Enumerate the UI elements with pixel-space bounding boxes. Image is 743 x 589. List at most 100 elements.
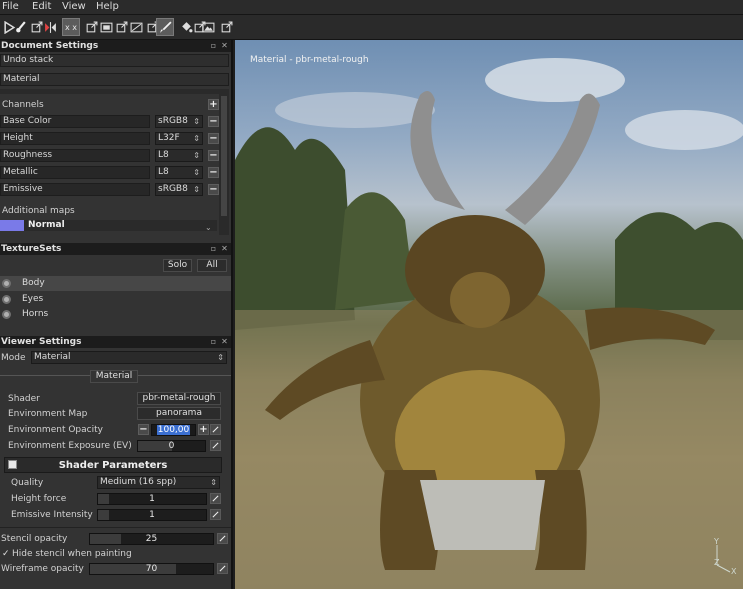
wireframe-opacity-value: 70 [145,564,158,574]
all-button[interactable]: All [197,259,227,272]
remove-channel-button[interactable]: − [208,133,219,144]
mode-select[interactable]: Material ⇕ [31,351,227,364]
edit-icon[interactable] [210,509,221,520]
wireframe-opacity-label: Wireframe opacity [1,564,84,574]
popout-icon[interactable] [217,18,235,36]
image-icon[interactable] [199,18,217,36]
stencil-opacity-value: 25 [145,534,158,544]
increment-button[interactable]: + [198,424,209,435]
env-map-button[interactable]: panorama [137,407,221,420]
shader-parameters-section[interactable]: Shader Parameters [4,457,222,473]
divider [0,527,231,528]
viewport-title: Material - pbr-metal-rough [250,55,369,65]
textureset-item[interactable]: Horns [0,307,231,322]
slider-fill [90,534,121,544]
undock-icon[interactable]: ▫ [209,337,218,347]
edit-icon[interactable] [210,424,221,435]
normal-map-swatch [0,220,24,231]
channel-format-value: L8 [158,150,169,160]
edit-icon[interactable] [217,563,228,574]
visibility-radio[interactable] [2,279,11,288]
channel-format-select[interactable]: L8 ⇕ [155,166,203,179]
edit-icon[interactable] [210,440,221,451]
edit-icon[interactable] [210,493,221,504]
emissive-intensity-value: 1 [149,510,155,520]
menu-help[interactable]: Help [96,1,119,12]
menu-bar: File Edit View Help [0,0,743,15]
scrollbar-thumb[interactable] [221,96,227,216]
menu-edit[interactable]: Edit [32,1,51,12]
symmetry-icon[interactable] [41,18,59,36]
projection-icon[interactable] [156,18,174,36]
updown-icon: ⇕ [193,134,200,143]
slider-fill [98,510,109,520]
splitter[interactable] [0,89,229,94]
textureset-item[interactable]: Body [0,276,231,291]
updown-icon: ⇕ [193,168,200,177]
mode-label: Mode [1,353,26,363]
material-button[interactable]: Material [0,73,229,86]
chevron-down-icon[interactable]: ⌄ [205,223,212,232]
quality-select[interactable]: Medium (16 spp) ⇕ [97,476,220,489]
env-exposure-slider[interactable]: 0 [137,440,206,452]
close-icon[interactable]: ✕ [220,337,229,347]
textureset-label: Horns [22,309,49,319]
shader-button[interactable]: pbr-metal-rough [137,392,221,405]
channel-format-value: L32F [158,133,180,143]
textureset-item[interactable]: Eyes [0,292,231,307]
channel-format-select[interactable]: L8 ⇕ [155,149,203,162]
remove-channel-button[interactable]: − [208,167,219,178]
quality-label: Quality [11,478,44,488]
env-exposure-label: Environment Exposure (EV) [8,441,132,451]
updown-icon: ⇕ [210,478,217,487]
xx-icon[interactable]: x x [62,18,80,36]
remove-channel-button[interactable]: − [208,116,219,127]
height-force-label: Height force [11,494,67,504]
decrement-button[interactable]: − [138,424,149,435]
stencil-opacity-slider[interactable]: 25 [89,533,214,545]
visibility-radio[interactable] [2,295,11,304]
scrollbar-track[interactable] [219,92,229,235]
document-settings-title: Document Settings [1,41,99,51]
shader-label: Shader [8,394,40,404]
env-opacity-value: 100,00 [156,425,191,435]
undo-stack-button[interactable]: Undo stack [0,54,229,67]
channel-format-select[interactable]: sRGB8 ⇕ [155,115,203,128]
channel-format-select[interactable]: L32F ⇕ [155,132,203,145]
normal-map-row[interactable]: Normal [24,220,217,231]
hide-stencil-checkbox[interactable]: ✓ [2,549,10,559]
env-opacity-field[interactable]: 100,00 [151,424,196,436]
checkmark-icon: ✓ [2,549,10,559]
undock-icon[interactable]: ▫ [209,244,218,254]
wireframe-opacity-slider[interactable]: 70 [89,563,214,575]
stencil-opacity-label: Stencil opacity [1,534,68,544]
emissive-intensity-slider[interactable]: 1 [97,509,207,521]
textureset-label: Body [22,278,45,288]
add-channel-button[interactable]: + [208,99,219,110]
edit-icon[interactable] [217,533,228,544]
close-icon[interactable]: ✕ [220,244,229,254]
remove-channel-button[interactable]: − [208,150,219,161]
additional-maps-label: Additional maps [2,206,75,216]
menu-view[interactable]: View [62,1,86,12]
undock-icon[interactable]: ▫ [209,41,218,51]
material-tab[interactable]: Material [90,370,138,383]
channels-label: Channels [2,100,44,110]
3d-viewport[interactable]: Material - pbr-metal-rough Y Z X [235,40,743,589]
viewer-settings-header: Viewer Settings ▫ ✕ [0,336,231,348]
channel-name: Emissive [0,183,150,196]
menu-file[interactable]: File [2,1,19,12]
visibility-radio[interactable] [2,310,11,319]
document-settings-header: Document Settings ▫ ✕ [0,40,231,52]
height-force-slider[interactable]: 1 [97,493,207,505]
textureset-label: Eyes [22,294,44,304]
updown-icon: ⇕ [217,353,224,362]
solo-button[interactable]: Solo [163,259,192,272]
channel-format-select[interactable]: sRGB8 ⇕ [155,183,203,196]
slider-fill [98,494,109,504]
remove-channel-button[interactable]: − [208,184,219,195]
channel-format-value: sRGB8 [158,184,188,194]
mode-value: Material [34,352,71,362]
updown-icon: ⇕ [193,117,200,126]
close-icon[interactable]: ✕ [220,41,229,51]
